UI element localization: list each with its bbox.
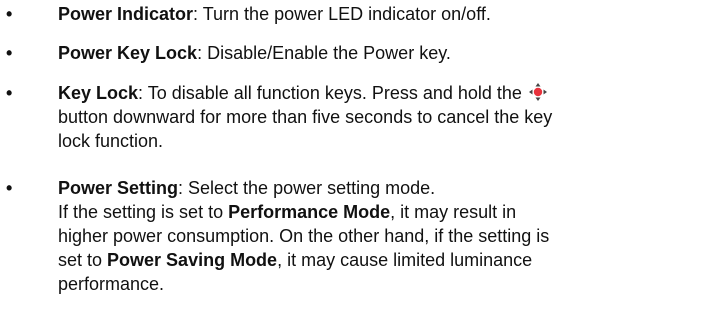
- term-performance-mode: Performance Mode: [228, 202, 391, 222]
- list-item-power-indicator: • Power Indicator: Turn the power LED in…: [0, 2, 720, 26]
- term-power-indicator: Power Indicator: [58, 4, 194, 24]
- desc-power-setting: : Select the power setting mode.: [178, 178, 436, 198]
- bullet: •: [6, 43, 13, 63]
- list-item-power-setting: • Power Setting: Select the power settin…: [0, 176, 720, 296]
- desc-key-lock-part1: : To disable all function keys. Press an…: [138, 83, 527, 103]
- list-item-power-key-lock: • Power Key Lock: Disable/Enable the Pow…: [0, 41, 720, 65]
- bullet: •: [6, 4, 13, 24]
- term-power-saving-mode: Power Saving Mode: [107, 250, 278, 270]
- power-setting-line3: higher power consumption. On the other h…: [58, 226, 550, 246]
- term-power-key-lock: Power Key Lock: [58, 43, 198, 63]
- term-key-lock: Key Lock: [58, 83, 139, 103]
- desc-power-key-lock: : Disable/Enable the Power key.: [197, 43, 451, 63]
- bullet: •: [6, 83, 13, 103]
- desc-key-lock-part3: lock function.: [58, 131, 164, 151]
- power-setting-line4-suffix: , it may cause limited luminance: [277, 250, 533, 270]
- power-setting-line5: performance.: [58, 274, 165, 294]
- desc-power-indicator: : Turn the power LED indicator on/off.: [193, 4, 491, 24]
- list-item-key-lock: • Key Lock: To disable all function keys…: [0, 81, 720, 153]
- term-power-setting: Power Setting: [58, 178, 179, 198]
- joystick-button-icon: [528, 82, 548, 102]
- desc-key-lock-part2: button downward for more than five secon…: [58, 107, 553, 127]
- power-setting-line2-suffix: , it may result in: [390, 202, 517, 222]
- bullet: •: [6, 178, 13, 198]
- power-setting-line4-prefix: set to: [58, 250, 108, 270]
- power-setting-line2-prefix: If the setting is set to: [58, 202, 229, 222]
